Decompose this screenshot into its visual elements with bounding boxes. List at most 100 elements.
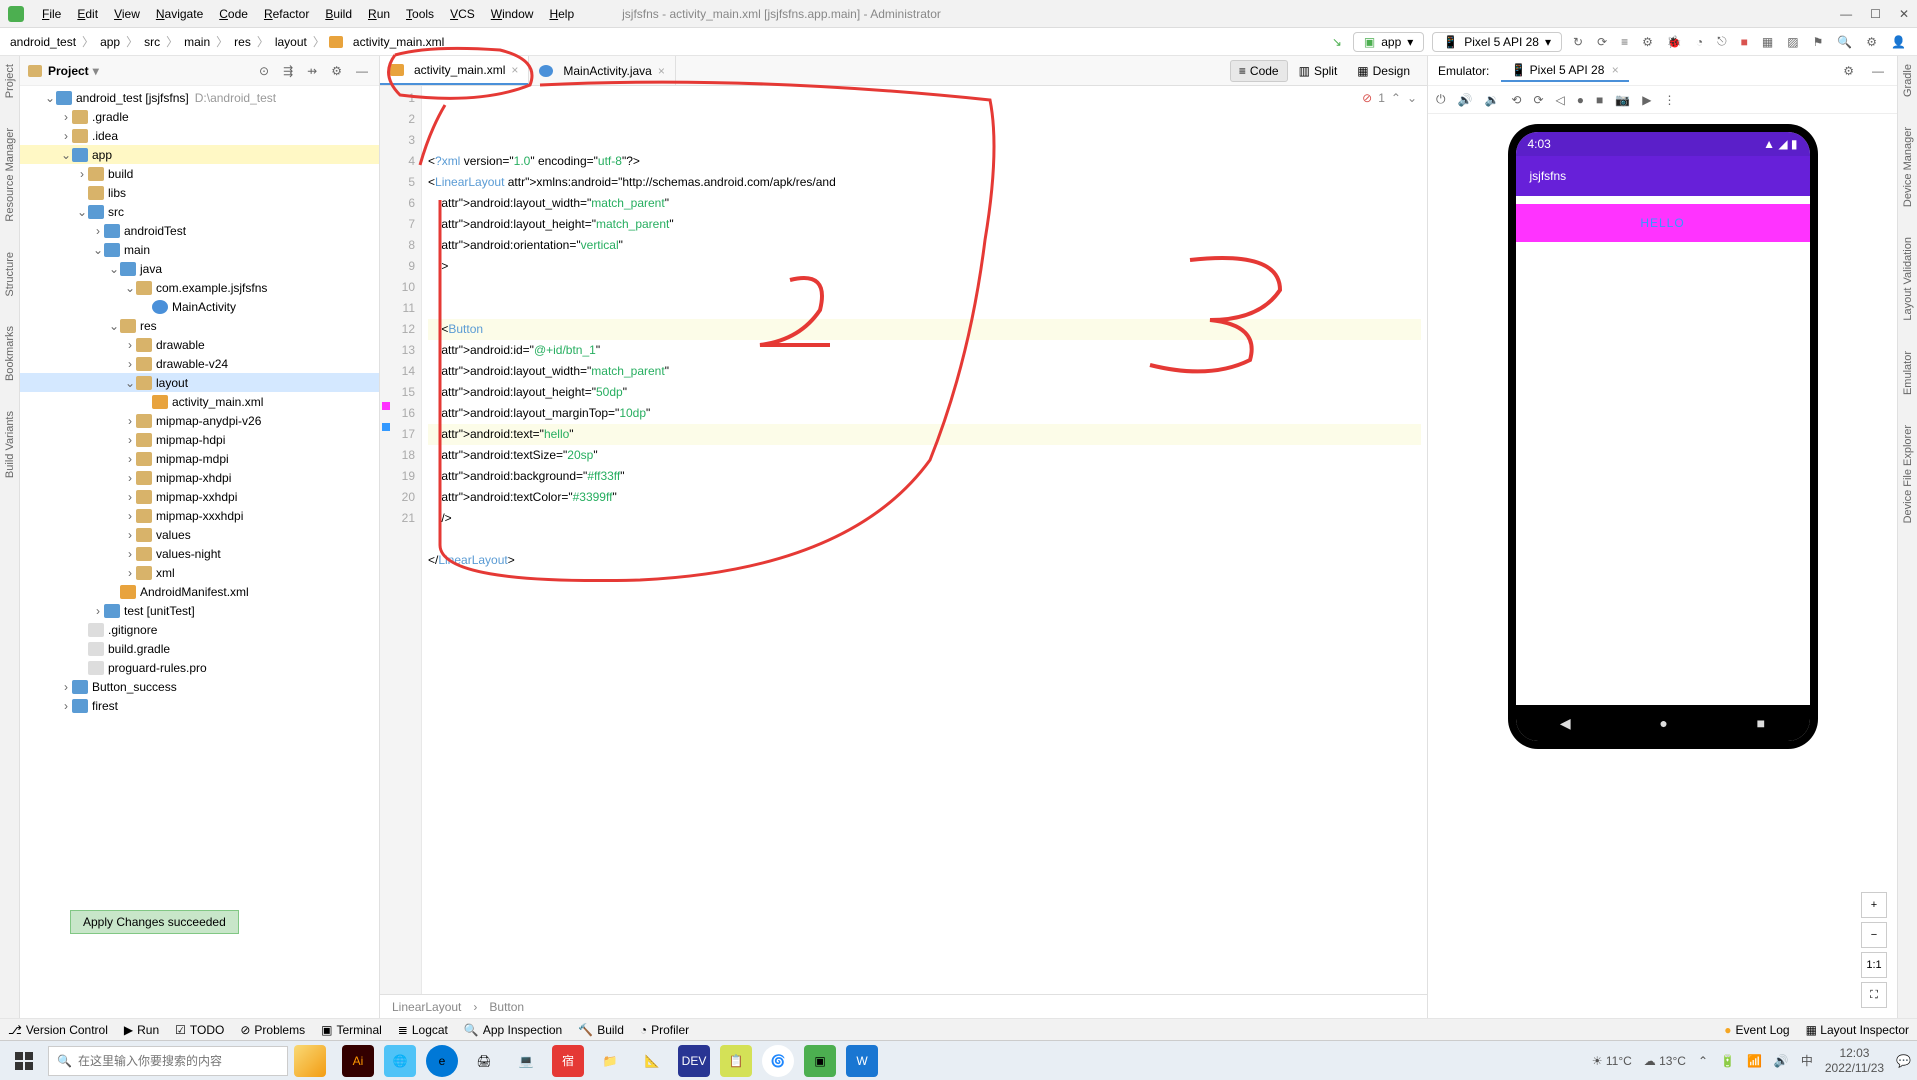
menu-vcs[interactable]: VCS bbox=[442, 7, 483, 21]
tool-window-app-inspection[interactable]: 🔍 App Inspection bbox=[464, 1023, 562, 1037]
notification-icon[interactable]: 💬 bbox=[1896, 1054, 1911, 1068]
tree-item[interactable]: proguard-rules.pro bbox=[20, 658, 379, 677]
rail-layout-validation[interactable]: Layout Validation bbox=[1902, 237, 1914, 321]
tree-item[interactable]: ›mipmap-hdpi bbox=[20, 430, 379, 449]
breadcrumb-item[interactable]: android_test bbox=[8, 35, 78, 49]
back-icon[interactable]: ◁ bbox=[1556, 93, 1565, 107]
tree-item[interactable]: ›xml bbox=[20, 563, 379, 582]
close-icon[interactable]: × bbox=[658, 64, 665, 78]
zoom-fit-button[interactable]: 1:1 bbox=[1861, 952, 1887, 978]
rail-structure[interactable]: Structure bbox=[4, 252, 16, 297]
phone-overview-button[interactable]: ■ bbox=[1757, 715, 1765, 731]
task-icon[interactable]: W bbox=[846, 1045, 878, 1077]
hide-icon[interactable]: — bbox=[1869, 64, 1887, 78]
task-icon[interactable]: Ai bbox=[342, 1045, 374, 1077]
rail-resource-manager[interactable]: Resource Manager bbox=[4, 128, 16, 222]
tool-window-version-control[interactable]: ⎇ Version Control bbox=[8, 1023, 108, 1037]
tree-item[interactable]: ›mipmap-xhdpi bbox=[20, 468, 379, 487]
task-icon[interactable]: 📐 bbox=[636, 1045, 668, 1077]
tool-window-layout-inspector[interactable]: ▦ Layout Inspector bbox=[1806, 1023, 1909, 1037]
wifi-icon[interactable]: 📶 bbox=[1747, 1054, 1762, 1068]
tree-item[interactable]: ⌄layout bbox=[20, 373, 379, 392]
tree-item[interactable]: ›androidTest bbox=[20, 221, 379, 240]
tool-window-run[interactable]: ▶ Run bbox=[124, 1023, 159, 1037]
rerun-icon[interactable]: ⟳ bbox=[1594, 35, 1610, 49]
rail-project[interactable]: Project bbox=[4, 64, 16, 98]
tree-item[interactable]: ›mipmap-anydpi-v26 bbox=[20, 411, 379, 430]
tree-item[interactable]: ⌄com.example.jsjfsfns bbox=[20, 278, 379, 297]
rotate-left-icon[interactable]: ⟲ bbox=[1511, 93, 1521, 107]
tree-item[interactable]: ›mipmap-xxhdpi bbox=[20, 487, 379, 506]
tree-item[interactable]: ›Button_success bbox=[20, 677, 379, 696]
task-icon[interactable]: 宿 bbox=[552, 1045, 584, 1077]
project-header[interactable]: Project ▾ bbox=[28, 64, 99, 78]
menu-edit[interactable]: Edit bbox=[69, 7, 106, 21]
tree-item[interactable]: ›drawable-v24 bbox=[20, 354, 379, 373]
editor-tab[interactable]: MainActivity.java× bbox=[529, 56, 676, 85]
tree-item[interactable]: ›mipmap-xxxhdpi bbox=[20, 506, 379, 525]
more-icon[interactable]: ⋮ bbox=[1663, 93, 1675, 107]
split-view-button[interactable]: ▥ Split bbox=[1290, 60, 1347, 82]
weather-widget[interactable]: ☀ 11°C bbox=[1592, 1054, 1632, 1068]
rail-build-variants[interactable]: Build Variants bbox=[4, 411, 16, 478]
color-swatch-icon[interactable] bbox=[382, 402, 390, 410]
tool-window-event-log[interactable]: ● Event Log bbox=[1724, 1023, 1789, 1037]
task-icon[interactable]: 🖨 bbox=[468, 1045, 500, 1077]
tray-chevron-icon[interactable]: ⌃ bbox=[1698, 1054, 1708, 1068]
project-tree[interactable]: ⌄android_test [jsjfsfns]D:\android_test›… bbox=[20, 86, 379, 1018]
rotate-right-icon[interactable]: ⟳ bbox=[1533, 93, 1543, 107]
attach-icon[interactable]: ⎋ bbox=[1714, 34, 1730, 49]
tree-item[interactable]: ›values bbox=[20, 525, 379, 544]
device-selector[interactable]: 📱 Pixel 5 API 28 ▾ bbox=[1432, 32, 1562, 52]
close-icon[interactable]: × bbox=[1612, 63, 1619, 77]
menu-help[interactable]: Help bbox=[541, 7, 582, 21]
tree-item[interactable]: ⌄app bbox=[20, 145, 379, 164]
phone-home-button[interactable]: ● bbox=[1659, 715, 1667, 731]
hide-icon[interactable]: — bbox=[353, 64, 371, 78]
task-icon[interactable] bbox=[294, 1045, 326, 1077]
phone-back-button[interactable]: ◀ bbox=[1560, 715, 1571, 732]
tree-item[interactable]: ›mipmap-mdpi bbox=[20, 449, 379, 468]
tree-item[interactable]: .gitignore bbox=[20, 620, 379, 639]
tree-item[interactable]: ›values-night bbox=[20, 544, 379, 563]
tool-window-build[interactable]: 🔨 Build bbox=[578, 1023, 624, 1037]
user-icon[interactable]: 👤 bbox=[1888, 35, 1909, 49]
tree-item[interactable]: ⌄main bbox=[20, 240, 379, 259]
task-icon[interactable]: ▣ bbox=[804, 1045, 836, 1077]
breadcrumb-item[interactable]: activity_main.xml bbox=[351, 35, 446, 49]
ime-icon[interactable]: 中 bbox=[1801, 1052, 1813, 1069]
overview-icon[interactable]: ■ bbox=[1596, 93, 1603, 107]
tree-item[interactable]: ›.gradle bbox=[20, 107, 379, 126]
apply-changes-icon[interactable]: ≡ bbox=[1618, 35, 1631, 49]
emulator-device-tab[interactable]: 📱 Pixel 5 API 28 × bbox=[1501, 60, 1628, 82]
chevron-down-icon[interactable]: ▾ bbox=[93, 64, 99, 78]
gear-icon[interactable]: ⚙ bbox=[328, 64, 345, 78]
home-icon[interactable]: ● bbox=[1577, 93, 1584, 107]
tree-item[interactable]: ⌄res bbox=[20, 316, 379, 335]
volume-down-icon[interactable]: 🔉 bbox=[1484, 93, 1499, 107]
battery-icon[interactable]: 🔋 bbox=[1720, 1054, 1735, 1068]
settings-icon[interactable]: ⚙ bbox=[1863, 35, 1880, 49]
rail-gradle[interactable]: Gradle bbox=[1902, 64, 1914, 97]
close-button[interactable]: ✕ bbox=[1899, 7, 1909, 21]
collapse-icon[interactable]: ⇸ bbox=[304, 64, 320, 78]
task-icon[interactable]: 🌀 bbox=[762, 1045, 794, 1077]
stop-icon[interactable]: ■ bbox=[1738, 35, 1751, 49]
tree-item[interactable]: activity_main.xml bbox=[20, 392, 379, 411]
tree-item[interactable]: ›build bbox=[20, 164, 379, 183]
emulator-screen[interactable]: 4:03 ▲ ◢ ▮ jsjfsfns HELLO ◀ ● ■ bbox=[1516, 132, 1810, 741]
tree-item[interactable]: ⌄src bbox=[20, 202, 379, 221]
clock[interactable]: 12:03 2022/11/23 bbox=[1825, 1046, 1884, 1075]
editor-breadcrumb[interactable]: LinearLayout › Button bbox=[380, 994, 1427, 1018]
editor-tab[interactable]: activity_main.xml× bbox=[380, 56, 529, 85]
sync-icon[interactable]: ↘ bbox=[1329, 35, 1345, 49]
troubleshoot-icon[interactable]: ⚑ bbox=[1810, 35, 1827, 49]
apply-code-icon[interactable]: ⚙ bbox=[1639, 35, 1656, 49]
run-config-selector[interactable]: ▣ app ▾ bbox=[1353, 32, 1424, 52]
tree-item[interactable]: libs bbox=[20, 183, 379, 202]
taskbar-search[interactable]: 🔍 bbox=[48, 1046, 288, 1076]
design-view-button[interactable]: ▦ Design bbox=[1348, 60, 1419, 82]
menu-navigate[interactable]: Navigate bbox=[148, 7, 211, 21]
breadcrumb-item[interactable]: app bbox=[98, 35, 122, 49]
code-editor[interactable]: ⊘1 ⌃ ⌄ <?xml version="1.0" encoding="utf… bbox=[422, 86, 1427, 994]
